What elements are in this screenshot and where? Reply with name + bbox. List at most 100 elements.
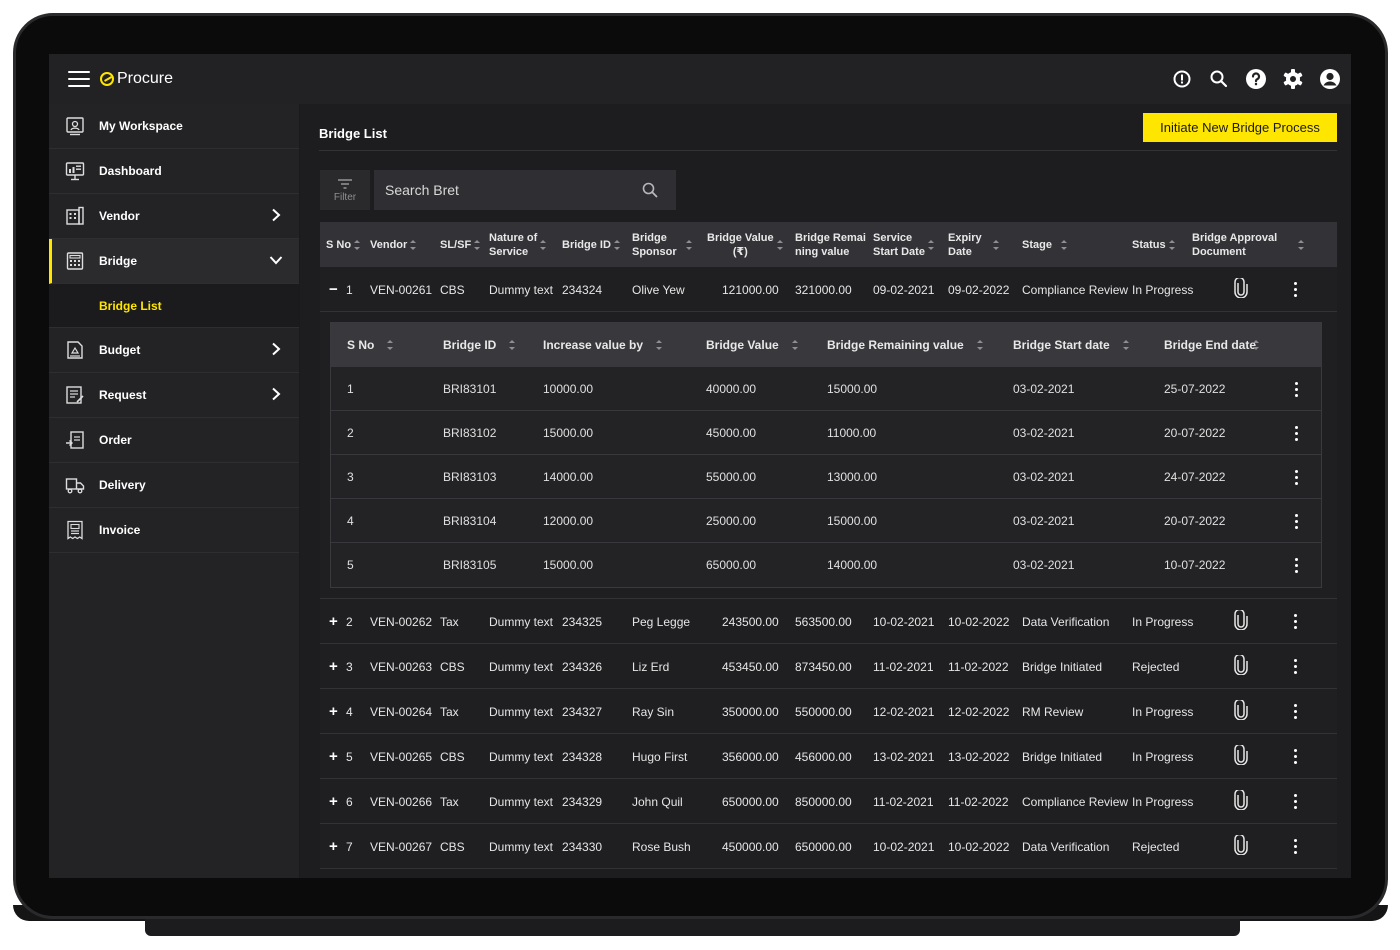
nested-col-remaining[interactable]: Bridge Remaining value — [827, 323, 984, 367]
expand-row-toggle[interactable]: + — [329, 689, 338, 734]
collapse-row-toggle[interactable]: − — [329, 267, 338, 312]
col-status[interactable]: Status — [1132, 222, 1176, 267]
row-options-icon[interactable] — [1288, 794, 1302, 809]
nested-col-increase[interactable]: Increase value by — [543, 323, 663, 367]
nested-row-options-icon[interactable] — [1289, 469, 1303, 485]
row-actions-cell — [1288, 779, 1302, 824]
sidebar-item-invoice[interactable]: Invoice — [49, 508, 299, 553]
nested-row-options-icon[interactable] — [1289, 513, 1303, 529]
filter-button[interactable]: Filter — [320, 170, 370, 210]
header-line: (₹) — [732, 245, 748, 258]
sidebar-item-my-workspace[interactable]: My Workspace — [49, 104, 299, 149]
app-logo[interactable]: Procure — [100, 70, 173, 88]
col-remaining[interactable]: Bridge Remai ning value — [795, 222, 866, 267]
col-sponsor[interactable]: Bridge Sponsor — [632, 222, 693, 267]
expand-row-toggle[interactable]: + — [329, 734, 338, 779]
sidebar-item-budget[interactable]: Budget — [49, 328, 299, 373]
paperclip-icon[interactable] — [1234, 276, 1248, 301]
cell-sponsor: Rose Bush — [632, 839, 691, 854]
sidebar-item-vendor[interactable]: Vendor — [49, 194, 299, 239]
row-options-icon[interactable] — [1288, 749, 1302, 764]
nested-cell-end: 25-07-2022 — [1164, 382, 1226, 396]
sidebar-item-delivery[interactable]: Delivery — [49, 463, 299, 508]
sidebar-subitem-bridge-list[interactable]: Bridge List — [49, 284, 299, 328]
settings-icon[interactable] — [1282, 68, 1304, 90]
header-line: Expiry — [948, 231, 982, 244]
sidebar-item-dashboard[interactable]: Dashboard — [49, 149, 299, 194]
approval-doc-cell — [1234, 644, 1248, 689]
cell-sno: 5 — [346, 749, 353, 764]
row-options-icon[interactable] — [1288, 659, 1302, 674]
nested-row-options-icon[interactable] — [1289, 381, 1303, 397]
col-bridge-id[interactable]: Bridge ID — [562, 222, 621, 267]
paperclip-icon[interactable] — [1234, 698, 1248, 723]
sidebar-item-label: Dashboard — [99, 164, 162, 178]
col-vendor[interactable]: Vendor — [370, 222, 417, 267]
row-options-icon[interactable] — [1288, 614, 1302, 629]
search-icon[interactable] — [642, 182, 658, 198]
nested-col-start[interactable]: Bridge Start date — [1013, 323, 1130, 367]
paperclip-icon[interactable] — [1234, 788, 1248, 813]
cell-start: 11-02-2021 — [873, 794, 934, 809]
search-input[interactable] — [385, 182, 635, 198]
col-expiry-date[interactable]: Expiry Date — [948, 222, 1000, 267]
sidebar-item-order[interactable]: Order — [49, 418, 299, 463]
expand-row-toggle[interactable]: + — [329, 599, 338, 644]
dashboard-icon — [65, 161, 85, 181]
cell-vendor: VEN-00265 — [370, 749, 433, 764]
nested-col-end[interactable]: Bridge End date — [1164, 323, 1260, 367]
header-label: S No — [347, 338, 375, 352]
header-line: Service — [489, 245, 529, 258]
paperclip-icon[interactable] — [1234, 653, 1248, 678]
row-options-icon[interactable] — [1288, 704, 1302, 719]
cell-status: In Progress — [1132, 794, 1194, 809]
alert-icon[interactable] — [1171, 68, 1193, 90]
sidebar-item-bridge[interactable]: Bridge — [49, 239, 299, 284]
cell-value: 356000.00 — [722, 749, 779, 764]
cell-expiry: 12-02-2022 — [948, 704, 1010, 719]
header-line: Date — [948, 245, 972, 258]
filter-icon — [338, 178, 352, 189]
nested-cell-bridge-id: BRI83104 — [443, 514, 497, 528]
cell-start: 13-02-2021 — [873, 749, 935, 764]
header-label: Status — [1132, 238, 1166, 251]
nested-row-options-icon[interactable] — [1289, 557, 1303, 573]
col-stage[interactable]: Stage — [1022, 222, 1068, 267]
col-start-date[interactable]: Service Start Date — [873, 222, 935, 267]
nested-cell-sno: 1 — [347, 382, 354, 396]
nested-col-value[interactable]: Bridge Value — [706, 323, 799, 367]
expand-row-toggle[interactable]: + — [329, 824, 338, 869]
sort-icon — [613, 238, 621, 252]
col-slsf[interactable]: SL/SF — [440, 222, 481, 267]
nested-row-options-icon[interactable] — [1289, 425, 1303, 441]
user-icon[interactable] — [1319, 68, 1341, 90]
col-approval-doc[interactable]: Bridge Approval Document — [1192, 222, 1305, 267]
expand-row-toggle[interactable]: + — [329, 779, 338, 824]
paperclip-icon[interactable] — [1234, 743, 1248, 768]
paperclip-icon[interactable] — [1234, 608, 1248, 633]
approval-doc-cell — [1234, 599, 1248, 644]
paperclip-icon[interactable] — [1234, 833, 1248, 858]
help-icon[interactable] — [1245, 68, 1267, 90]
expand-row-toggle[interactable]: + — [329, 644, 338, 689]
nested-cell-increase: 15000.00 — [543, 426, 594, 440]
nested-col-sno[interactable]: S No — [347, 323, 394, 367]
col-bridge-value[interactable]: Bridge Value (₹) — [707, 222, 784, 267]
nested-col-bridge-id[interactable]: Bridge ID — [443, 323, 516, 367]
table-body: −1 VEN-00261 CBS Dummy text 234324 Olive Yew 1… — [320, 267, 1337, 869]
header-label: Bridge ID — [562, 238, 611, 251]
row-options-icon[interactable] — [1288, 282, 1302, 297]
cell-expiry: 10-02-2022 — [948, 614, 1010, 629]
initiate-new-bridge-button[interactable]: Initiate New Bridge Process — [1143, 113, 1337, 142]
sidebar-item-request[interactable]: Request — [49, 373, 299, 418]
hamburger-menu-icon[interactable] — [68, 71, 90, 87]
top-bar-actions — [1171, 54, 1341, 104]
col-sno[interactable]: S No — [326, 222, 361, 267]
row-options-icon[interactable] — [1288, 839, 1302, 854]
cell-sponsor: Hugo First — [632, 749, 688, 764]
nested-table-wrapper: S No Bridge ID Increase value by Bridge Val… — [320, 312, 1337, 599]
sort-icon — [791, 338, 799, 352]
col-nature[interactable]: Nature of Service — [489, 222, 547, 267]
search-icon[interactable] — [1208, 68, 1230, 90]
header-label: Service Start Date — [873, 231, 925, 259]
